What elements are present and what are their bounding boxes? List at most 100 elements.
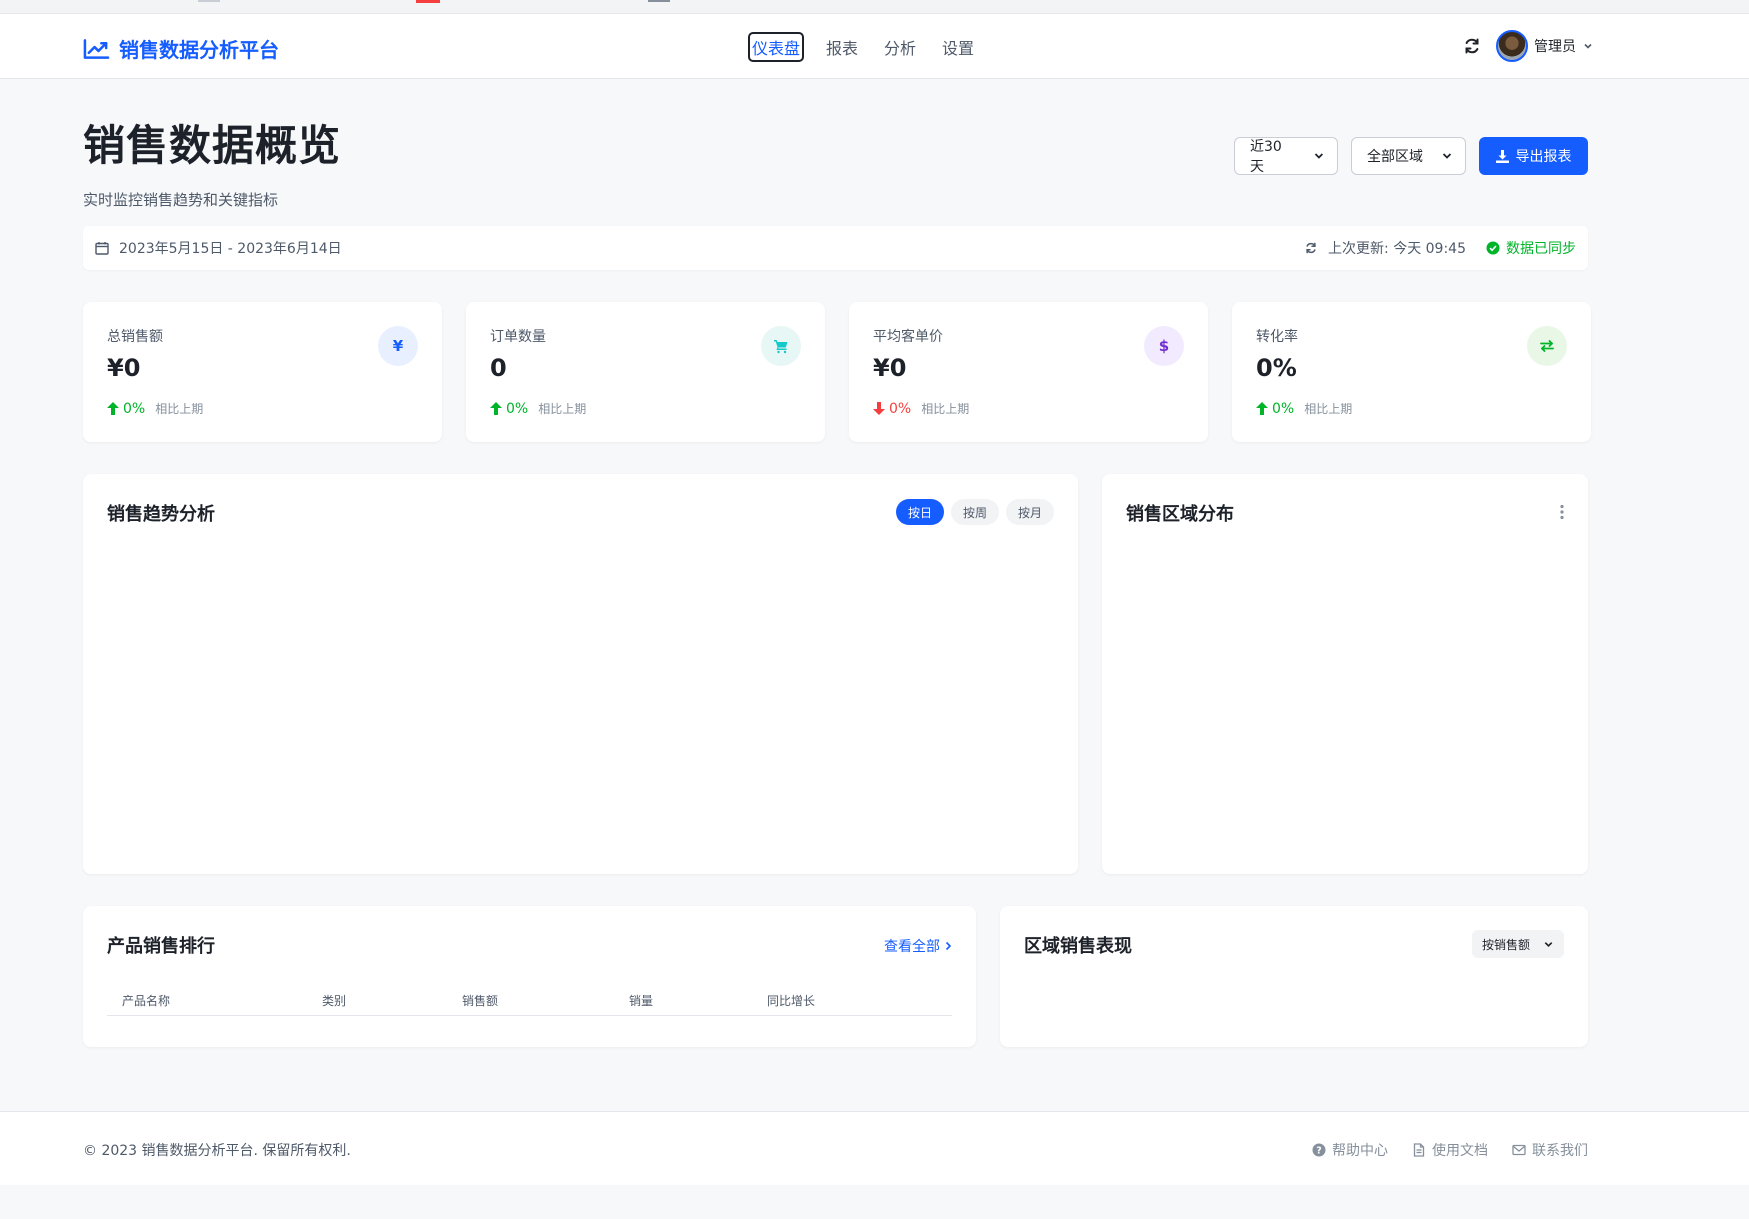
- contact-link[interactable]: 联系我们: [1512, 1140, 1588, 1160]
- nav-dashboard[interactable]: 仪表盘: [747, 32, 805, 62]
- panel-title: 销售趋势分析: [107, 504, 215, 525]
- chevron-down-icon: [1544, 941, 1553, 947]
- period-day-button[interactable]: 按日: [895, 499, 944, 525]
- download-icon: [1495, 149, 1509, 163]
- period-week-button[interactable]: 按周: [950, 499, 999, 525]
- browser-top-strip: [0, 0, 1749, 14]
- arrow-up-icon: [1256, 402, 1268, 415]
- brand-name: 销售数据分析平台: [119, 38, 279, 62]
- region-distribution-panel: 销售区域分布: [1102, 474, 1588, 874]
- docs-link[interactable]: 使用文档: [1412, 1140, 1488, 1160]
- chevron-right-icon: [945, 941, 952, 951]
- metric-change: 0%: [889, 400, 912, 417]
- user-menu[interactable]: 管理员: [1496, 30, 1594, 62]
- main-nav: 仪表盘 报表 分析 设置: [747, 32, 976, 62]
- user-name: 管理员: [1534, 39, 1576, 55]
- product-ranking-panel: 产品销售排行 查看全部 产品名称 类别 销售额 销量 同比增长: [83, 906, 976, 1047]
- sync-status: 数据已同步: [1486, 238, 1576, 258]
- table-header: 产品名称 类别 销售额 销量 同比增长: [107, 982, 952, 1016]
- brand-logo[interactable]: 销售数据分析平台: [83, 34, 279, 63]
- metric-label: 转化率: [1256, 329, 1298, 345]
- metric-compare: 相比上期: [155, 402, 204, 416]
- dollar-icon: $: [1144, 326, 1184, 366]
- metric-value: ¥0: [873, 354, 907, 382]
- period-toggle: 按日 按周 按月: [895, 499, 1054, 525]
- chevron-down-icon: [1442, 153, 1452, 159]
- metric-label: 订单数量: [490, 329, 546, 345]
- metric-label: 平均客单价: [873, 329, 943, 345]
- question-circle-icon: ?: [1312, 1143, 1326, 1157]
- tab-marker: [198, 0, 220, 2]
- refresh-icon: [1306, 242, 1316, 254]
- metric-change: 0%: [1272, 400, 1295, 417]
- regional-performance-panel: 区域销售表现 按销售额: [1000, 906, 1588, 1047]
- chart-line-icon: [83, 38, 110, 59]
- date-range-text: 2023年5月15日 - 2023年6月14日: [119, 241, 342, 257]
- metric-card-orders: 订单数量 0 0% 相比上期: [466, 302, 825, 442]
- page-subtitle: 实时监控销售趋势和关键指标: [83, 191, 279, 209]
- export-label: 导出报表: [1515, 149, 1572, 165]
- refresh-icon[interactable]: [1462, 36, 1482, 56]
- metric-card-avg-price: 平均客单价 ¥0 0% 相比上期 $: [849, 302, 1208, 442]
- header-controls: 近30天 全部区域 导出报表: [1234, 137, 1588, 175]
- region-value: 全部区域: [1367, 149, 1423, 165]
- help-center-link[interactable]: ? 帮助中心: [1312, 1140, 1388, 1160]
- mail-icon: [1512, 1144, 1526, 1156]
- metric-compare: 相比上期: [921, 402, 970, 416]
- metric-compare: 相比上期: [1304, 402, 1353, 416]
- page-footer: © 2023 销售数据分析平台. 保留所有权利. ? 帮助中心 使用文档 联系我…: [0, 1111, 1749, 1185]
- metric-value: 0%: [1256, 354, 1297, 382]
- sort-by-value: 按销售额: [1482, 937, 1531, 952]
- arrow-up-icon: [490, 402, 502, 415]
- avatar[interactable]: [1496, 30, 1528, 62]
- metric-compare: 相比上期: [538, 402, 587, 416]
- metric-change: 0%: [506, 400, 529, 417]
- help-center-label: 帮助中心: [1332, 1143, 1388, 1159]
- tab-marker: [648, 0, 670, 2]
- page-header: 销售数据概览 实时监控销售趋势和关键指标: [83, 112, 341, 210]
- check-circle-icon: [1486, 241, 1500, 255]
- svg-text:?: ?: [1316, 1145, 1322, 1156]
- view-all-label: 查看全部: [884, 939, 940, 955]
- metric-value: 0: [490, 354, 507, 382]
- navbar-actions: 管理员: [1462, 30, 1594, 62]
- period-month-button[interactable]: 按月: [1005, 499, 1054, 525]
- last-update-text: 上次更新: 今天 09:45: [1328, 241, 1466, 257]
- footer-links: ? 帮助中心 使用文档 联系我们: [1312, 1140, 1588, 1160]
- chevron-down-icon: [1584, 43, 1592, 49]
- region-select[interactable]: 全部区域: [1351, 137, 1466, 175]
- metric-trend: 0% 相比上期: [107, 400, 418, 417]
- nav-analysis[interactable]: 分析: [882, 34, 918, 60]
- sort-by-select[interactable]: 按销售额: [1472, 930, 1564, 958]
- yen-icon: ¥: [378, 326, 418, 366]
- date-range-select[interactable]: 近30天: [1234, 137, 1338, 175]
- sales-trend-panel: 销售趋势分析 按日 按周 按月: [83, 474, 1078, 874]
- more-options-icon[interactable]: [1560, 504, 1564, 520]
- date-status-bar: 2023年5月15日 - 2023年6月14日 上次更新: 今天 09:45 数…: [83, 226, 1588, 270]
- metric-trend: 0% 相比上期: [873, 400, 1184, 417]
- metric-trend: 0% 相比上期: [490, 400, 801, 417]
- view-all-link[interactable]: 查看全部: [884, 936, 952, 956]
- metric-card-total-sales: 总销售额 ¥0 0% 相比上期 ¥: [83, 302, 442, 442]
- metric-value: ¥0: [107, 354, 141, 382]
- metric-label: 总销售额: [107, 329, 163, 345]
- metric-trend: 0% 相比上期: [1256, 400, 1567, 417]
- metric-card-conversion: 转化率 0% 0% 相比上期: [1232, 302, 1591, 442]
- docs-label: 使用文档: [1432, 1143, 1488, 1159]
- nav-settings[interactable]: 设置: [940, 34, 976, 60]
- copyright-text: © 2023 销售数据分析平台. 保留所有权利.: [83, 1143, 351, 1159]
- page-title: 销售数据概览: [83, 121, 342, 170]
- metric-cards: 总销售额 ¥0 0% 相比上期 ¥ 订单数量 0 0% 相比上期 平均客单价 ¥…: [83, 302, 1591, 442]
- sync-status-text: 数据已同步: [1506, 241, 1576, 257]
- panel-title: 产品销售排行: [107, 936, 215, 957]
- arrow-down-icon: [873, 402, 885, 415]
- nav-reports[interactable]: 报表: [824, 34, 860, 60]
- column-header: 类别: [322, 994, 347, 1008]
- panel-title: 销售区域分布: [1126, 504, 1234, 525]
- column-header: 销量: [629, 994, 654, 1008]
- calendar-icon: [95, 242, 109, 255]
- document-icon: [1413, 1143, 1425, 1157]
- arrow-up-icon: [107, 402, 119, 415]
- cart-icon: [761, 326, 801, 366]
- export-report-button[interactable]: 导出报表: [1479, 137, 1588, 175]
